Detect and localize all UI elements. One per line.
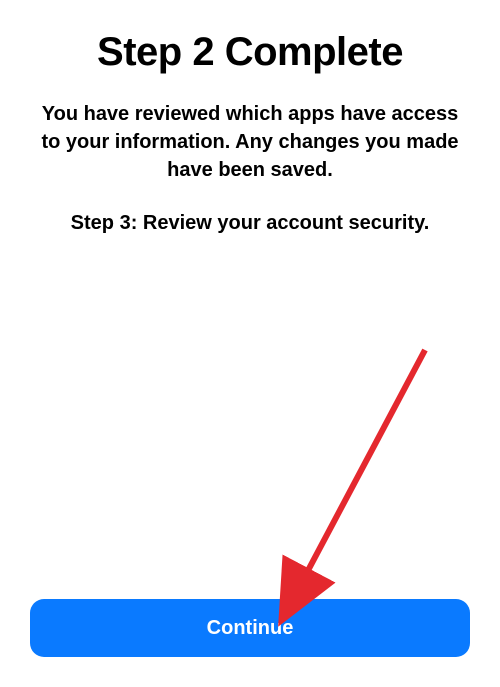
button-container: Continue bbox=[30, 599, 470, 657]
description-text: You have reviewed which apps have access… bbox=[35, 100, 465, 184]
content-area: Step 2 Complete You have reviewed which … bbox=[30, 20, 470, 599]
page-title: Step 2 Complete bbox=[97, 30, 403, 75]
continue-button[interactable]: Continue bbox=[30, 599, 470, 657]
next-step-text: Step 3: Review your account security. bbox=[71, 212, 430, 235]
